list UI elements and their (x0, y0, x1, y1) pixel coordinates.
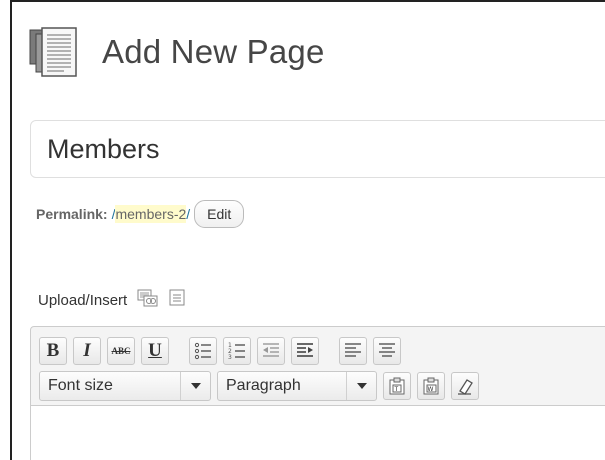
italic-button[interactable]: I (73, 337, 101, 365)
outdent-button[interactable] (257, 337, 285, 365)
upload-insert-row: Upload/Insert (38, 288, 185, 312)
strikethrough-label: ABC (111, 346, 131, 356)
upload-insert-label: Upload/Insert (38, 291, 128, 309)
format-value: Paragraph (226, 377, 301, 394)
numbered-list-icon: 123 (228, 342, 245, 360)
paste-word-button[interactable]: W (417, 372, 445, 400)
clear-format-icon (458, 379, 473, 395)
rich-text-editor: B I ABC U 123 Font size Paragraph T W (30, 326, 605, 460)
add-media-icon[interactable] (137, 288, 159, 312)
bold-button[interactable]: B (39, 337, 67, 365)
underline-button[interactable]: U (141, 337, 169, 365)
chevron-down-icon (180, 372, 210, 400)
indent-button[interactable] (291, 337, 319, 365)
add-image-icon[interactable] (169, 289, 185, 311)
permalink-row: Permalink: / members-2 / Edit (36, 200, 245, 228)
align-left-icon (345, 343, 361, 357)
bullet-list-icon (194, 342, 211, 360)
format-select[interactable]: Paragraph (217, 371, 377, 401)
paste-text-button[interactable]: T (383, 372, 411, 400)
paste-word-icon: W (423, 377, 439, 395)
editor-window: Add New Page Permalink: / members-2 / Ed… (10, 0, 605, 460)
paste-text-icon: T (389, 377, 405, 395)
pages-icon (28, 24, 80, 80)
svg-text:W: W (428, 386, 434, 393)
permalink-label: Permalink: (36, 206, 108, 222)
chevron-down-icon (346, 372, 376, 400)
strikethrough-button[interactable]: ABC (107, 337, 135, 365)
clear-format-button[interactable] (451, 372, 479, 400)
bullet-list-button[interactable] (189, 337, 217, 365)
toolbar-row-2: Font size Paragraph T W (39, 371, 485, 401)
font-size-select[interactable]: Font size (39, 371, 211, 401)
bold-label: B (46, 340, 60, 361)
align-left-button[interactable] (339, 337, 367, 365)
font-size-value: Font size (48, 377, 113, 394)
page-heading: Add New Page (28, 24, 325, 80)
permalink-suffix: / (186, 206, 191, 222)
align-center-icon (379, 343, 395, 357)
svg-text:3: 3 (228, 354, 232, 360)
svg-text:T: T (394, 386, 399, 393)
editor-content-area[interactable] (31, 405, 605, 460)
outdent-icon (263, 343, 279, 357)
page-title: Add New Page (102, 33, 325, 70)
underline-label: U (148, 340, 162, 361)
title-input[interactable] (30, 120, 605, 178)
italic-label: I (83, 340, 91, 361)
permalink-edit-button[interactable]: Edit (194, 200, 245, 228)
align-center-button[interactable] (373, 337, 401, 365)
permalink-slug[interactable]: members-2 (115, 205, 187, 223)
numbered-list-button[interactable]: 123 (223, 337, 251, 365)
toolbar-row-1: B I ABC U 123 (39, 337, 407, 365)
indent-icon (297, 343, 313, 357)
